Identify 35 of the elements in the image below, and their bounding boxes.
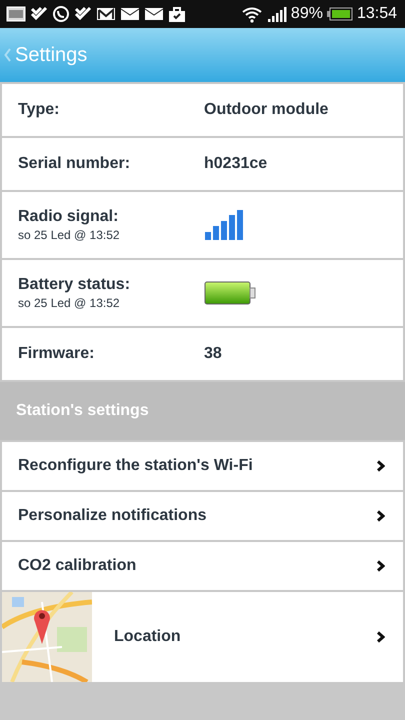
field-label: Type: [18, 101, 60, 119]
signal-icon [266, 6, 287, 22]
envelope-icon [120, 6, 140, 22]
signal-strength-icon [204, 209, 246, 241]
field-value: h0231ce [204, 155, 268, 173]
field-value: Outdoor module [204, 101, 328, 119]
timestamp: so 25 Led @ 13:52 [18, 296, 121, 310]
back-icon [4, 48, 11, 62]
battery-icon [326, 7, 353, 21]
envelope-icon [144, 6, 164, 22]
mail-icon [96, 6, 116, 22]
photo-icon [6, 6, 26, 22]
chevron-icon [376, 560, 385, 572]
clock: 13:54 [356, 5, 397, 23]
chevron-icon [376, 510, 385, 522]
check-icon [74, 5, 92, 23]
check-icon [30, 5, 48, 23]
battery-level-icon [204, 281, 256, 305]
field-label: Battery status: [18, 276, 132, 294]
wifi-icon [240, 5, 263, 23]
chat-icon [52, 5, 70, 23]
battery-percent: 89% [290, 5, 323, 23]
settings-item[interactable]: CO2 calibration [2, 542, 403, 590]
field-label: Radio signal: [18, 208, 120, 226]
timestamp: so 25 Led @ 13:52 [18, 228, 121, 242]
settings-item[interactable]: Personalize notifications [2, 492, 403, 540]
field-value: 38 [204, 345, 222, 363]
chevron-icon [376, 631, 385, 643]
field-label: Firmware: [18, 345, 96, 363]
bag-icon [168, 5, 186, 23]
field-label: Serial number: [18, 155, 132, 173]
chevron-icon [376, 460, 385, 472]
section-title: Station's settings [16, 402, 149, 420]
settings-item[interactable]: Location [2, 592, 403, 682]
settings-item[interactable]: Reconfigure the station's Wi-Fi [2, 442, 403, 490]
